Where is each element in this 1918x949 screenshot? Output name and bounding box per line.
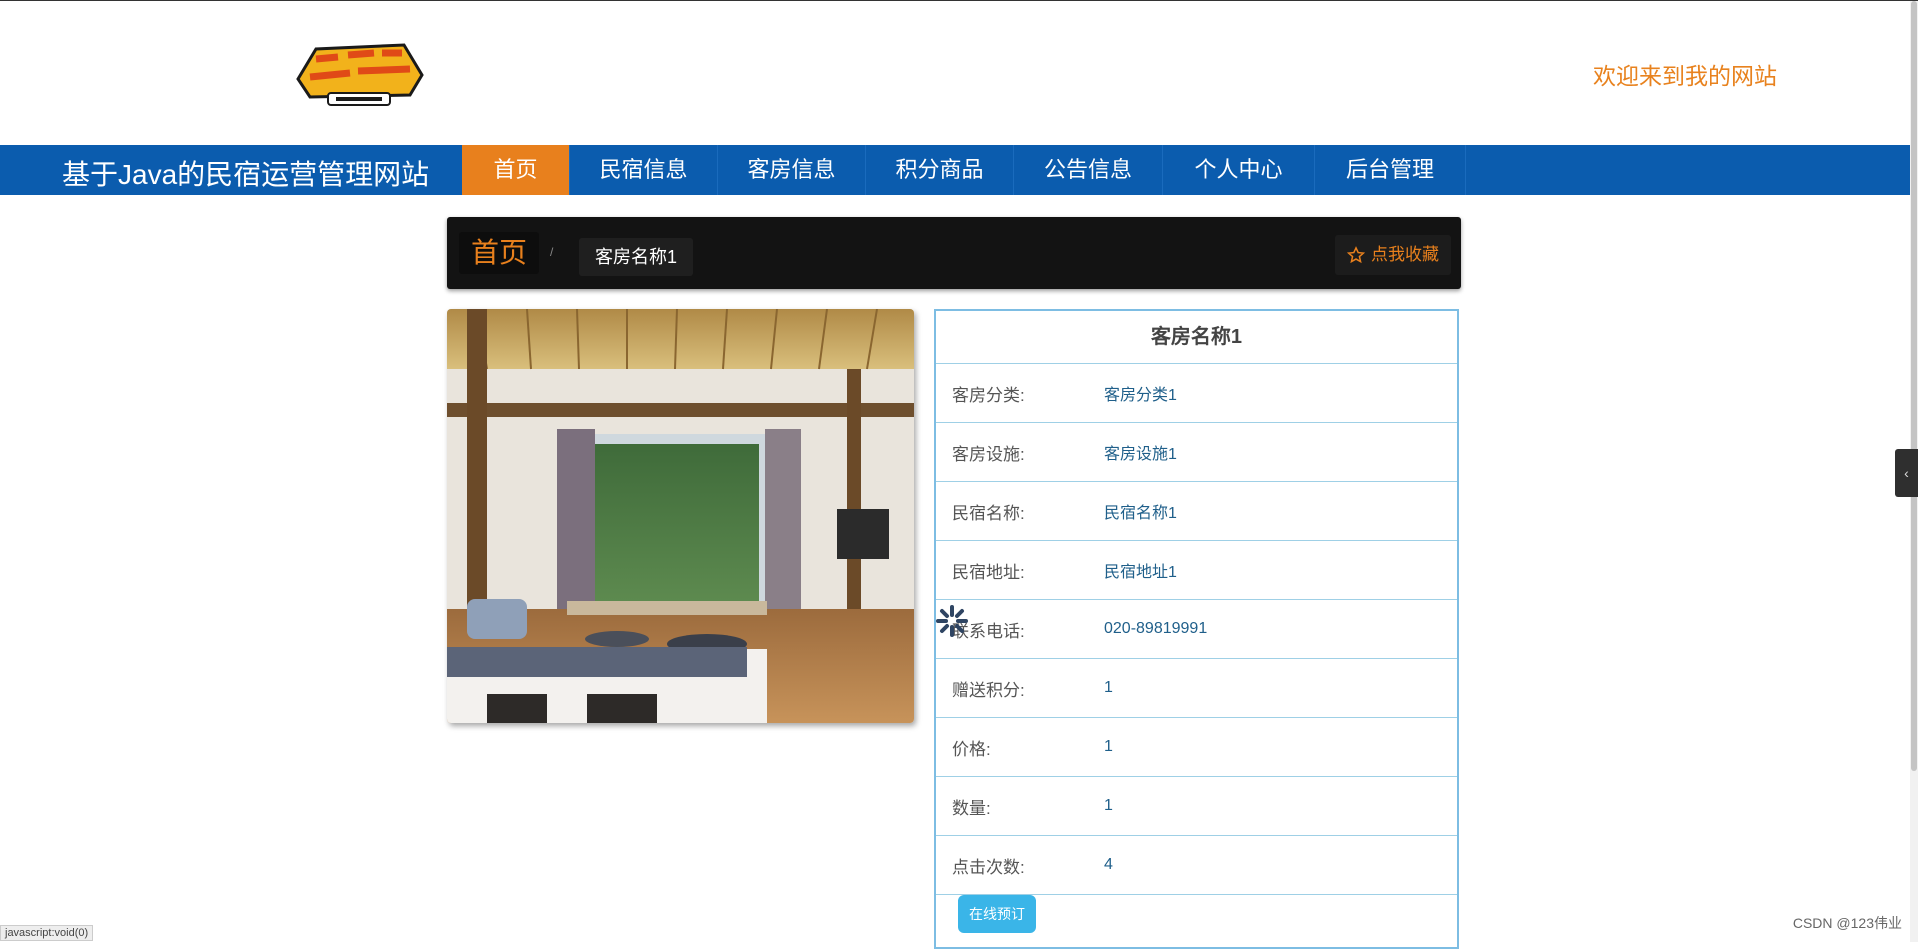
detail-value: 020-89819991 <box>1104 620 1208 637</box>
detail-row-homestay-address: 民宿地址: 民宿地址1 <box>936 541 1457 600</box>
watermark: CSDN @123伟业 <box>1792 915 1902 931</box>
nav-item-room-info[interactable]: 客房信息 <box>718 145 866 195</box>
detail-value: 1 <box>1104 679 1113 696</box>
detail-value: 客房分类1 <box>1104 387 1177 404</box>
nav-item-personal-center[interactable]: 个人中心 <box>1163 145 1315 195</box>
detail-label: 民宿地址: <box>952 562 1025 582</box>
room-detail-table: 客房名称1 客房分类: 客房分类1 客房设施: 客房设施1 民宿名称: 民宿名称… <box>934 309 1459 949</box>
detail-value: 4 <box>1104 856 1113 873</box>
breadcrumb-current: 客房名称1 <box>579 238 694 276</box>
side-panel-toggle[interactable]: ‹ <box>1895 449 1918 497</box>
detail-row-category: 客房分类: 客房分类1 <box>936 364 1457 423</box>
room-photo <box>447 309 914 723</box>
main-navbar: 基于Java的民宿运营管理网站 首页 民宿信息 客房信息 积分商品 公告信息 个… <box>0 145 1910 195</box>
favorite-button[interactable]: 点我收藏 <box>1335 235 1451 275</box>
star-icon <box>1347 246 1365 264</box>
breadcrumb: 首页 / 客房名称1 点我收藏 <box>447 217 1461 289</box>
site-logo <box>296 43 424 106</box>
detail-label: 价格: <box>952 739 991 759</box>
nav-item-homestay-info[interactable]: 民宿信息 <box>570 145 718 195</box>
loading-spinner-icon <box>936 605 968 637</box>
detail-value: 1 <box>1104 797 1113 814</box>
detail-value: 客房设施1 <box>1104 446 1177 463</box>
chevron-left-icon: ‹ <box>1904 465 1909 481</box>
nav-item-home[interactable]: 首页 <box>462 145 570 195</box>
scrollbar-thumb[interactable] <box>1911 1 1917 771</box>
detail-label: 客房分类: <box>952 385 1025 405</box>
breadcrumb-separator: / <box>550 245 554 259</box>
detail-value: 1 <box>1104 738 1113 755</box>
book-online-button[interactable]: 在线预订 <box>958 895 1036 933</box>
nav-menu: 首页 民宿信息 客房信息 积分商品 公告信息 个人中心 后台管理 <box>462 145 1466 195</box>
status-bar-url: javascript:void(0) <box>0 925 94 941</box>
detail-row-price: 价格: 1 <box>936 718 1457 777</box>
detail-label: 点击次数: <box>952 857 1025 877</box>
detail-row-clicks: 点击次数: 4 <box>936 836 1457 895</box>
welcome-text: 欢迎来到我的网站 <box>1593 63 1777 89</box>
nav-item-admin[interactable]: 后台管理 <box>1315 145 1466 195</box>
detail-value: 民宿地址1 <box>1104 564 1177 581</box>
detail-label: 民宿名称: <box>952 503 1025 523</box>
nav-item-announcements[interactable]: 公告信息 <box>1014 145 1163 195</box>
detail-row-phone: 联系电话: 020-89819991 <box>936 600 1457 659</box>
detail-value: 民宿名称1 <box>1104 505 1177 522</box>
room-title: 客房名称1 <box>936 311 1457 364</box>
detail-label: 客房设施: <box>952 444 1025 464</box>
detail-row-bonus-points: 赠送积分: 1 <box>936 659 1457 718</box>
site-title[interactable]: 基于Java的民宿运营管理网站 <box>62 153 429 193</box>
breadcrumb-home[interactable]: 首页 <box>459 232 540 274</box>
detail-label: 数量: <box>952 798 991 818</box>
detail-row-facilities: 客房设施: 客房设施1 <box>936 423 1457 482</box>
nav-item-points-goods[interactable]: 积分商品 <box>866 145 1014 195</box>
detail-label: 赠送积分: <box>952 680 1025 700</box>
detail-row-quantity: 数量: 1 <box>936 777 1457 836</box>
detail-row-homestay-name: 民宿名称: 民宿名称1 <box>936 482 1457 541</box>
header: 欢迎来到我的网站 <box>0 1 1900 145</box>
favorite-label: 点我收藏 <box>1371 245 1439 264</box>
